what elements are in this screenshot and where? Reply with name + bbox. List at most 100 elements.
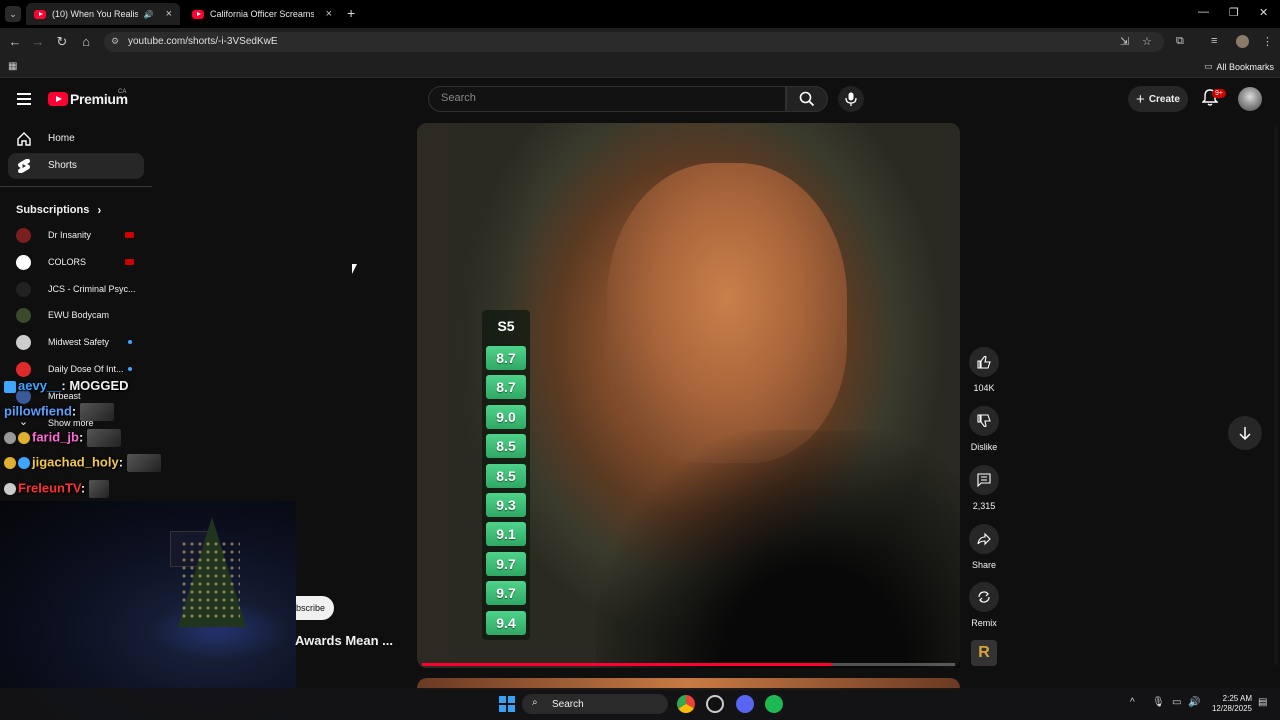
youtube-logo-icon[interactable]: [48, 92, 68, 106]
chat-message: farid_jb:: [4, 429, 121, 447]
page-scrollbar[interactable]: [1274, 125, 1278, 665]
tray-expand-icon[interactable]: ^: [1130, 697, 1135, 708]
chat-message: FreleunTV:: [4, 480, 109, 498]
url-text[interactable]: youtube.com/shorts/-i-3VSedKwE: [128, 36, 278, 47]
home-browser-icon[interactable]: ⌂: [78, 34, 94, 49]
minimize-icon[interactable]: —: [1198, 6, 1209, 18]
sidebar-divider: [0, 186, 152, 187]
voice-search-button[interactable]: [838, 86, 864, 112]
chat-message: jigachad_holy:: [4, 454, 161, 472]
subscription-label: Midwest Safety: [48, 337, 110, 348]
subscriptions-heading[interactable]: Subscriptions ›: [16, 203, 101, 217]
account-avatar[interactable]: [1238, 87, 1262, 111]
tab-list-icon[interactable]: ⌄: [5, 6, 21, 22]
remix-button[interactable]: Remix: [966, 582, 1002, 628]
subscription-label: JCS - Criminal Psyc...: [48, 283, 136, 294]
share-button[interactable]: Share: [966, 524, 1002, 570]
channel-avatar: [16, 281, 31, 297]
chat-badge-icon: [18, 457, 30, 469]
chat-emote: [79, 403, 114, 421]
create-button[interactable]: + Create: [1128, 86, 1188, 112]
comments-button[interactable]: 2,315: [966, 465, 1002, 511]
close-icon[interactable]: ×: [326, 8, 332, 20]
discord-icon[interactable]: [736, 695, 754, 713]
sidebar-item-shorts[interactable]: Shorts: [8, 153, 144, 179]
comment-count: 2,315: [972, 501, 996, 511]
short-title[interactable]: Awards Mean ...: [295, 633, 393, 648]
sound-logo-icon: R: [978, 644, 990, 661]
notification-badge: 9+: [1212, 89, 1226, 98]
spotify-icon[interactable]: [765, 695, 783, 713]
forward-icon[interactable]: →: [30, 34, 46, 49]
extensions-icon[interactable]: ⧉: [1176, 35, 1184, 48]
taskbar-search-label: Search: [552, 698, 584, 710]
score-tile: 9.3: [486, 493, 526, 517]
close-icon[interactable]: ×: [166, 8, 172, 20]
tab-active[interactable]: (10) When You Realise Awa 🔊 ×: [26, 3, 180, 25]
subscription-item[interactable]: Daily Dose Of Int...: [16, 360, 146, 380]
menu-kebab-icon[interactable]: ⋮: [1262, 35, 1273, 48]
chat-emote: [86, 429, 121, 447]
sidebar-item-label: Shorts: [48, 160, 77, 171]
dislike-button[interactable]: Dislike: [966, 406, 1002, 452]
channel-avatar: [16, 362, 31, 377]
new-tab-button[interactable]: +: [347, 5, 355, 21]
sound-thumbnail[interactable]: R: [971, 640, 997, 666]
chat-separator: :: [78, 429, 87, 445]
network-icon[interactable]: ▭: [1172, 697, 1181, 708]
taskbar-search[interactable]: ⌕ Search: [522, 694, 668, 714]
subscription-item[interactable]: COLORS: [16, 253, 146, 273]
volume-icon[interactable]: 🔊: [1188, 697, 1200, 708]
all-bookmarks-label: All Bookmarks: [1216, 61, 1275, 72]
windows-start-icon[interactable]: [499, 696, 515, 712]
new-content-dot: [128, 340, 132, 345]
subscription-item[interactable]: Dr Insanity: [16, 226, 146, 246]
like-button[interactable]: 104K: [966, 347, 1002, 393]
sidebar-item-home[interactable]: Home: [8, 126, 144, 152]
subscriptions-label: Subscriptions: [16, 204, 90, 216]
subscription-item[interactable]: JCS - Criminal Psyc...: [16, 280, 146, 300]
remix-icon: [978, 591, 990, 603]
new-content-dot: [128, 367, 132, 371]
bookmark-star-icon[interactable]: ☆: [1142, 35, 1152, 48]
score-tile: 8.5: [486, 434, 526, 459]
close-window-icon[interactable]: ✕: [1259, 6, 1268, 19]
tab-title: California Officer Screams for H: [210, 9, 314, 19]
score-tile: 9.7: [486, 551, 526, 576]
home-icon: [17, 132, 31, 146]
score-tile: 9.4: [486, 610, 526, 635]
site-info-icon[interactable]: ⚙: [111, 36, 119, 47]
score-tile: 8.7: [486, 346, 526, 370]
chrome-icon[interactable]: [677, 695, 695, 713]
tab-inactive[interactable]: California Officer Screams for H ×: [184, 3, 340, 25]
subscription-label: EWU Bodycam: [48, 310, 110, 321]
tray-mic-icon[interactable]: 🎙: [1152, 697, 1165, 708]
live-indicator-icon: [125, 258, 134, 265]
notification-center-icon[interactable]: ▤: [1258, 697, 1267, 708]
subscription-item[interactable]: Midwest Safety: [16, 333, 146, 353]
apps-grid-icon[interactable]: ▦: [8, 61, 17, 72]
clock-time: 2:25 AM: [1222, 694, 1252, 703]
media-control-icon[interactable]: ≡: [1211, 35, 1217, 47]
search-input[interactable]: [441, 92, 761, 104]
reload-icon[interactable]: ↻: [54, 34, 70, 50]
steam-icon[interactable]: [706, 695, 724, 713]
subscription-item[interactable]: EWU Bodycam: [16, 306, 146, 326]
speaker-icon[interactable]: 🔊: [144, 10, 154, 19]
system-clock[interactable]: 2:25 AM 12/28/2025: [1204, 694, 1252, 714]
hamburger-menu-icon[interactable]: [17, 93, 31, 105]
chat-username: aevy__: [18, 378, 62, 393]
all-bookmarks-button[interactable]: ▭ All Bookmarks: [1204, 61, 1274, 72]
profile-avatar[interactable]: [1236, 35, 1249, 48]
search-box[interactable]: [428, 86, 786, 112]
youtube-favicon-icon: [34, 9, 46, 19]
back-icon[interactable]: ←: [7, 34, 23, 49]
subscribe-button[interactable]: bscribe: [296, 596, 334, 620]
restore-icon[interactable]: ❐: [1229, 6, 1239, 19]
chat-badge-icon: [4, 457, 16, 469]
search-button[interactable]: [786, 86, 828, 112]
tree-lights: [180, 540, 240, 620]
next-short-button[interactable]: [1228, 416, 1262, 450]
install-icon[interactable]: ⇲: [1120, 35, 1129, 48]
search-icon: [799, 91, 815, 107]
